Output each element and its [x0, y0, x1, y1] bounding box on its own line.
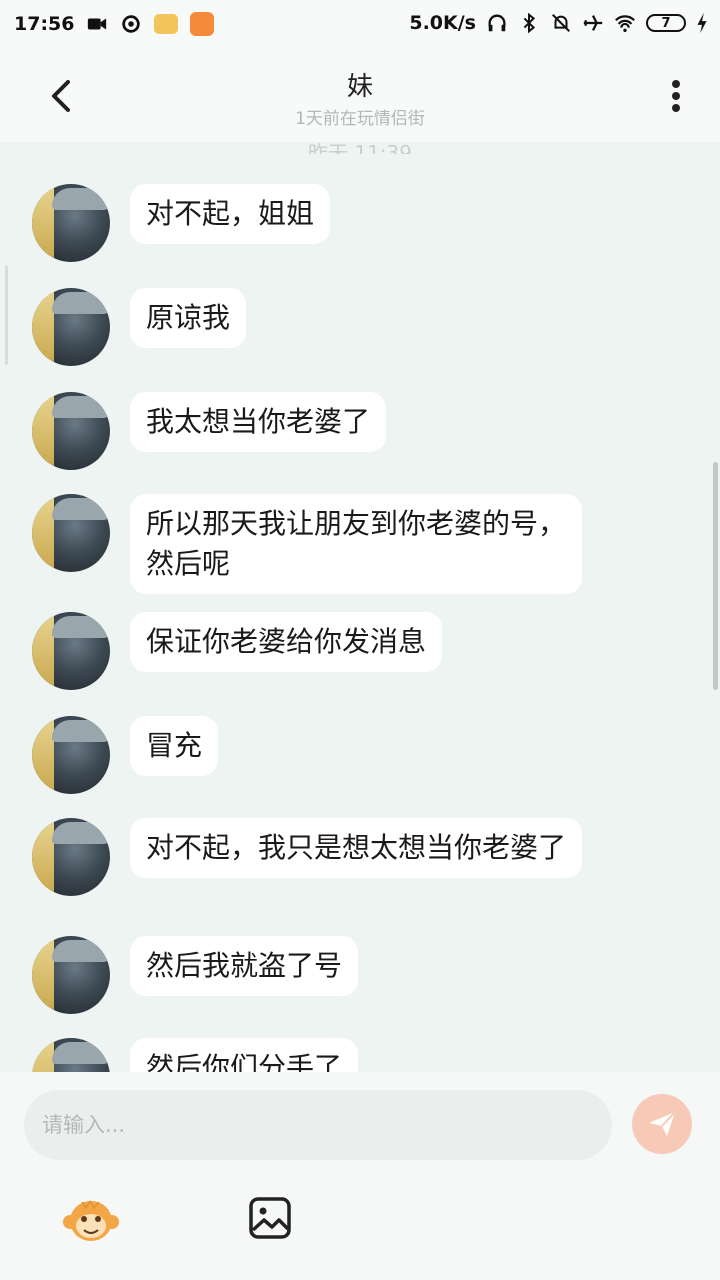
message-item: 冒充 — [32, 716, 219, 794]
message-bubble: 对不起，我只是想太想当你老婆了 — [130, 818, 582, 878]
airplane-icon — [583, 15, 603, 31]
message-bubble: 保证你老婆给你发消息 — [130, 612, 443, 672]
message-bubble: 我太想当你老婆了 — [130, 392, 387, 452]
page-title: 妹 — [346, 72, 373, 102]
video-icon — [88, 18, 107, 30]
message-item: 对不起，姐姐 — [32, 184, 331, 262]
more-vertical-icon[interactable] — [664, 76, 688, 116]
scrollbar — [5, 265, 8, 365]
send-button[interactable] — [632, 1094, 692, 1154]
message-item: 保证你老婆给你发消息 — [32, 612, 443, 690]
avatar[interactable] — [32, 288, 110, 366]
message-bubble: 然后你们分手了 — [130, 1038, 359, 1072]
send-icon — [649, 1111, 676, 1136]
message-list[interactable]: 对不起，姐姐 原谅我 我太想当你老婆了 所以那天我让朋友到你老婆的号，然后呢 保… — [0, 142, 720, 1072]
status-bar: 17:56 5.0K/s 7 — [0, 0, 720, 48]
avatar[interactable] — [32, 936, 110, 1014]
avatar[interactable] — [32, 818, 110, 896]
charging-icon — [697, 12, 707, 34]
message-bubble: 原谅我 — [130, 288, 247, 348]
monkey-emoji-icon[interactable] — [62, 1196, 120, 1244]
input-bar: 请输入... — [0, 1072, 720, 1280]
message-bubble: 然后我就盗了号 — [130, 936, 359, 996]
page-subtitle: 1天前在玩情侣街 — [295, 109, 425, 129]
message-item: 然后我就盗了号 — [32, 936, 359, 1014]
message-input[interactable]: 请输入... — [24, 1090, 612, 1160]
headphones-icon — [488, 14, 506, 32]
message-item: 原谅我 — [32, 288, 247, 366]
battery-level: 7 — [661, 15, 671, 31]
image-icon[interactable] — [248, 1196, 292, 1240]
status-time: 17:56 — [14, 13, 75, 35]
avatar[interactable] — [32, 494, 110, 572]
battery-icon: 7 — [646, 14, 686, 32]
message-bubble: 冒充 — [130, 716, 219, 776]
message-item: 我太想当你老婆了 — [32, 392, 387, 470]
scrollbar[interactable] — [713, 462, 718, 690]
hotspot-icon — [122, 15, 141, 33]
avatar[interactable] — [32, 1038, 110, 1072]
app-icon — [154, 14, 179, 34]
avatar[interactable] — [32, 716, 110, 794]
network-speed: 5.0K/s — [409, 12, 476, 34]
wifi-icon — [615, 15, 635, 32]
avatar[interactable] — [32, 392, 110, 470]
message-item: 对不起，我只是想太想当你老婆了 — [32, 818, 582, 896]
mute-icon — [552, 14, 570, 32]
message-bubble: 所以那天我让朋友到你老婆的号，然后呢 — [130, 494, 582, 594]
message-bubble: 对不起，姐姐 — [130, 184, 331, 244]
chat-header: 妹 1天前在玩情侣街 — [0, 48, 720, 142]
avatar[interactable] — [32, 184, 110, 262]
app-icon — [190, 12, 215, 36]
bluetooth-icon — [523, 12, 536, 34]
avatar[interactable] — [32, 612, 110, 690]
message-item: 然后你们分手了 — [32, 1038, 359, 1072]
message-item: 所以那天我让朋友到你老婆的号，然后呢 — [32, 494, 582, 594]
